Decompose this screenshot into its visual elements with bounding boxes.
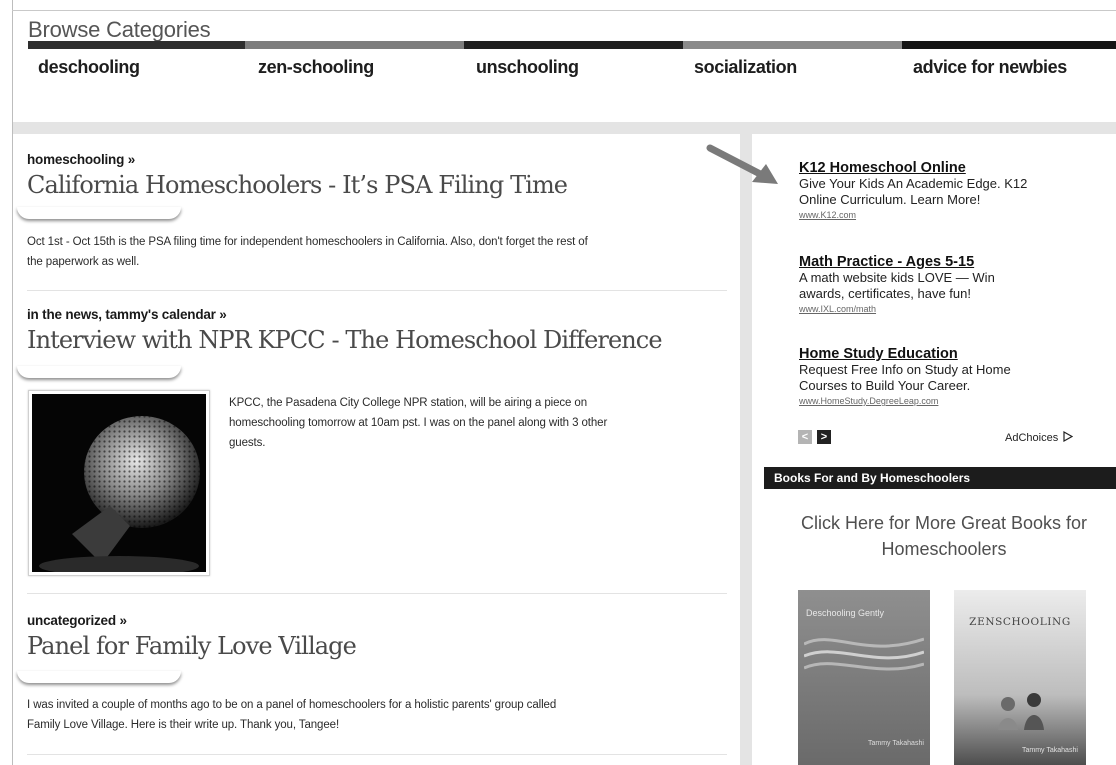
- ad-home-study: Home Study Education Request Free Info o…: [799, 346, 1099, 406]
- page-frame-top: [12, 10, 1116, 11]
- column-gutter: [740, 122, 752, 765]
- ad-text: Give Your Kids An Academic Edge. K12: [799, 176, 1028, 191]
- post-excerpt-line: the paperwork as well.: [27, 256, 140, 268]
- posts-column: homeschooling » California Homeschoolers…: [13, 134, 740, 765]
- category-bar: [464, 41, 683, 49]
- category-bar: [28, 41, 245, 49]
- ad-url[interactable]: www.HomeStudy.DegreeLeap.com: [799, 396, 1099, 406]
- adchoices-triangle-icon: [1063, 430, 1074, 443]
- adchoices-link[interactable]: AdChoices: [1005, 430, 1074, 444]
- ad-k12: K12 Homeschool Online Give Your Kids An …: [799, 160, 1099, 220]
- ad-text: Request Free Info on Study at Home: [799, 362, 1011, 377]
- book-cover-author: Tammy Takahashi: [1022, 747, 1078, 754]
- ad-title[interactable]: Home Study Education: [799, 346, 1099, 362]
- ad-text: Online Curriculum. Learn More!: [799, 192, 981, 207]
- post-excerpt: I was invited a couple of months ago to …: [27, 695, 727, 735]
- more-books-link[interactable]: Click Here for More Great Books for Home…: [766, 510, 1116, 562]
- book-cover-deschooling-gently[interactable]: Deschooling Gently Tammy Takahashi: [798, 590, 930, 765]
- post-psa-filing: homeschooling » California Homeschoolers…: [27, 151, 727, 199]
- category-link-zen-schooling[interactable]: zen-schooling: [258, 57, 374, 78]
- post-excerpt-line: Family Love Village. Here is their write…: [27, 719, 340, 731]
- post-excerpt-line: KPCC, the Pasadena City College NPR stat…: [229, 397, 587, 409]
- adchoices-label: AdChoices: [1005, 432, 1059, 444]
- category-bar: [683, 41, 902, 49]
- post-excerpt-line: I was invited a couple of months ago to …: [27, 699, 557, 711]
- post-title[interactable]: Panel for Family Love Village: [27, 632, 727, 660]
- post-categories[interactable]: in the news, tammy's calendar »: [27, 307, 227, 322]
- post-categories[interactable]: uncategorized »: [27, 613, 127, 628]
- ad-text: awards, certificates, have fun!: [799, 286, 971, 301]
- post-divider: [27, 290, 727, 291]
- category-bar: [902, 41, 1116, 49]
- book-cover-title: ZENSCHOOLING: [969, 616, 1071, 628]
- category-color-bars: [28, 41, 1116, 49]
- ad-title[interactable]: K12 Homeschool Online: [799, 160, 1099, 176]
- post-npr-kpcc: in the news, tammy's calendar » Intervie…: [27, 306, 727, 354]
- ad-text: A math website kids LOVE — Win: [799, 270, 995, 285]
- ad-url[interactable]: www.IXL.com/math: [799, 304, 1099, 314]
- fish-school-illustration: [804, 637, 924, 671]
- chevron-right-icon[interactable]: >: [817, 430, 831, 444]
- post-divider: [27, 593, 727, 594]
- sidebar: K12 Homeschool Online Give Your Kids An …: [752, 134, 1116, 765]
- book-cover-zenschooling[interactable]: ZENSCHOOLING Tammy Takahashi: [954, 590, 1086, 765]
- category-link-deschooling[interactable]: deschooling: [38, 57, 140, 78]
- post-excerpt: KPCC, the Pasadena City College NPR stat…: [229, 393, 709, 453]
- post-excerpt: Oct 1st - Oct 15th is the PSA filing tim…: [27, 232, 727, 272]
- microphone-image: [32, 394, 206, 572]
- browse-categories-title: Browse Categories: [28, 17, 211, 42]
- post-title[interactable]: California Homeschoolers - It’s PSA Fili…: [27, 171, 727, 199]
- more-books-link-line: Click Here for More Great Books for: [800, 513, 1088, 533]
- post-title[interactable]: Interview with NPR KPCC - The Homeschool…: [27, 326, 727, 354]
- microphone-icon: [32, 394, 206, 572]
- title-tab-decoration: [17, 207, 181, 219]
- category-link-advice-for-newbies[interactable]: advice for newbies: [913, 57, 1067, 78]
- post-family-love-village: uncategorized » Panel for Family Love Vi…: [27, 612, 727, 660]
- ad-title[interactable]: Math Practice - Ages 5-15: [799, 254, 1099, 270]
- children-illustration: [998, 693, 1044, 730]
- title-tab-decoration: [17, 671, 181, 683]
- title-tab-decoration: [17, 366, 181, 378]
- post-excerpt-line: Oct 1st - Oct 15th is the PSA filing tim…: [27, 236, 588, 248]
- content-gutter: [13, 122, 1116, 134]
- book-cover-title: Deschooling Gently: [806, 608, 885, 618]
- post-excerpt-line: guests.: [229, 437, 266, 449]
- category-link-unschooling[interactable]: unschooling: [476, 57, 579, 78]
- category-link-socialization[interactable]: socialization: [694, 57, 797, 78]
- category-bar: [245, 41, 464, 49]
- chevron-left-icon[interactable]: <: [798, 430, 812, 444]
- post-thumbnail-microphone[interactable]: [28, 390, 210, 576]
- ad-url[interactable]: www.K12.com: [799, 210, 1099, 220]
- ad-text: Courses to Build Your Career.: [799, 378, 971, 393]
- post-excerpt-line: homeschooling tomorrow at 10am pst. I wa…: [229, 417, 608, 429]
- ad-math-practice: Math Practice - Ages 5-15 A math website…: [799, 254, 1099, 314]
- books-widget-heading: Books For and By Homeschoolers: [764, 467, 1116, 489]
- category-nav: deschooling zen-schooling unschooling so…: [28, 57, 1116, 83]
- book-cover-author: Tammy Takahashi: [868, 740, 924, 747]
- more-books-link-line: Homeschoolers: [881, 539, 1007, 559]
- post-divider: [27, 754, 727, 755]
- post-categories[interactable]: homeschooling »: [27, 152, 135, 167]
